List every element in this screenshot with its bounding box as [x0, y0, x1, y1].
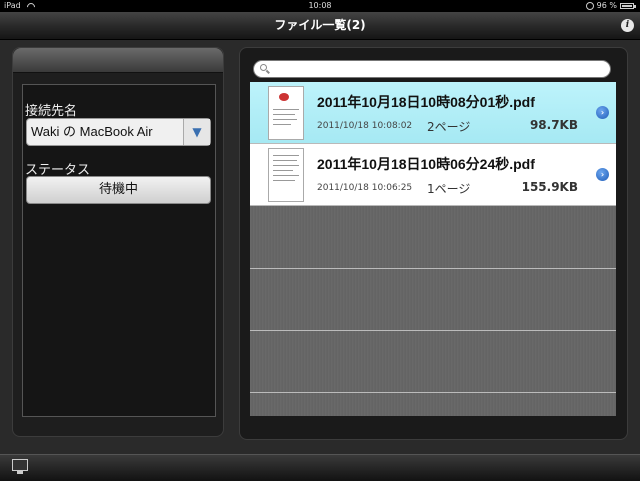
file-date: 2011/10/18 10:08:02: [317, 121, 413, 131]
file-row[interactable]: 2011年10月18日10時06分24秒.pdf 2011/10/18 10:0…: [250, 144, 616, 206]
file-size: 98.7KB: [529, 118, 578, 132]
lock-icon: [585, 2, 594, 10]
status-bar: iPad 10:08 96 %: [0, 0, 640, 12]
pdf-thumbnail: [268, 86, 304, 140]
row-divider: [250, 392, 616, 393]
destination-label: 接続先名: [25, 104, 78, 119]
battery-icon: [620, 3, 636, 9]
search-input[interactable]: [272, 61, 606, 79]
bottom-toolbar: [0, 454, 640, 481]
monitor-icon[interactable]: [12, 459, 28, 474]
file-row[interactable]: 2011年10月18日10時08分01秒.pdf 2011/10/18 10:0…: [250, 82, 616, 144]
page-title: ファイル一覧(2): [274, 18, 366, 32]
status-value: 待機中: [26, 176, 211, 204]
file-name: 2011年10月18日10時08分01秒.pdf: [317, 94, 535, 110]
battery-fill: [622, 5, 632, 7]
file-size: 155.9KB: [521, 180, 578, 194]
destination-value: Waki の MacBook Air: [31, 124, 153, 139]
file-pages: 1ページ: [427, 182, 471, 196]
navigation-bar: ファイル一覧(2) i: [0, 12, 640, 40]
file-pages: 2ページ: [427, 120, 471, 134]
search-icon: [260, 64, 267, 71]
row-divider: [250, 268, 616, 269]
file-name: 2011年10月18日10時06分24秒.pdf: [317, 156, 535, 172]
status-right: 96 %: [585, 0, 636, 12]
panel-header: [13, 48, 223, 73]
info-icon[interactable]: i: [621, 19, 634, 32]
clock: 10:08: [308, 1, 332, 10]
pdf-thumbnail: [268, 148, 304, 202]
battery-percent: 96 %: [596, 1, 617, 10]
disclosure-icon[interactable]: ›: [596, 106, 609, 119]
row-divider: [250, 330, 616, 331]
disclosure-icon[interactable]: ›: [596, 168, 609, 181]
file-date: 2011/10/18 10:06:25: [317, 183, 413, 193]
destination-select[interactable]: Waki の MacBook Air ▼: [26, 118, 211, 146]
search-field[interactable]: [253, 60, 611, 79]
chevron-down-icon[interactable]: ▼: [183, 119, 210, 145]
